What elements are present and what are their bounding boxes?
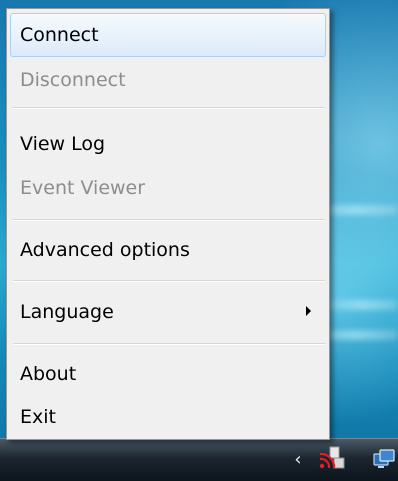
menu-item-label: Exit — [20, 406, 56, 428]
context-menu: Connect Disconnect View Log Event Viewer… — [6, 8, 330, 440]
network-icon[interactable] — [372, 448, 398, 474]
menu-item-label: Disconnect — [20, 69, 126, 91]
menu-item-advanced-options[interactable]: Advanced options — [10, 228, 326, 272]
submenu-arrow-icon — [306, 306, 311, 316]
menu-item-exit[interactable]: Exit — [10, 395, 326, 439]
menu-item-label: Connect — [20, 24, 99, 46]
show-hidden-icons-arrow-icon[interactable]: ‹ — [290, 451, 306, 469]
menu-separator — [13, 280, 325, 282]
menu-item-view-log[interactable]: View Log — [10, 122, 326, 166]
menu-item-disconnect[interactable]: Disconnect — [10, 58, 326, 102]
vpn-tray-icon[interactable] — [316, 444, 346, 474]
menu-item-label: Advanced options — [20, 239, 190, 261]
menu-separator — [13, 219, 325, 221]
menu-item-label: Event Viewer — [20, 177, 146, 199]
menu-separator — [13, 107, 325, 109]
menu-item-connect[interactable]: Connect — [10, 13, 326, 57]
menu-item-language[interactable]: Language — [10, 290, 326, 334]
menu-item-label: View Log — [20, 133, 106, 155]
menu-separator — [13, 343, 325, 345]
menu-item-about[interactable]: About — [10, 352, 326, 396]
menu-item-label: About — [20, 363, 77, 385]
menu-item-event-viewer[interactable]: Event Viewer — [10, 166, 326, 210]
menu-item-label: Language — [20, 301, 114, 323]
